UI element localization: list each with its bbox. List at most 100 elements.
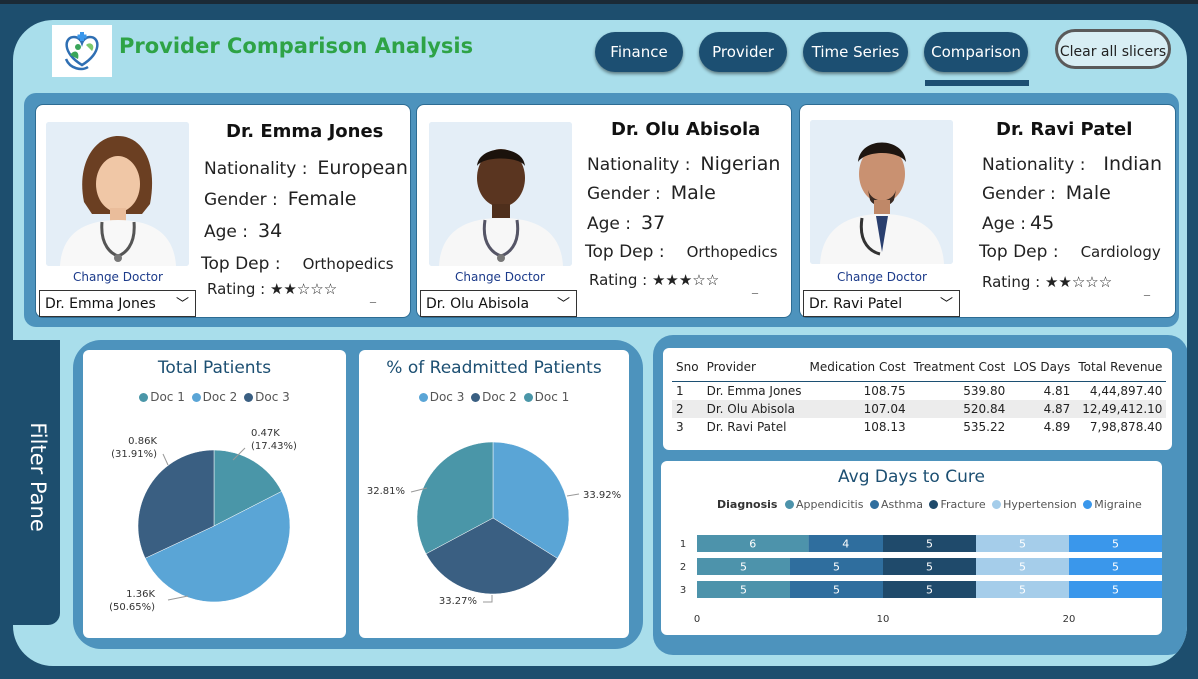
column-header[interactable]: LOS Days: [1009, 356, 1075, 382]
doctor-name: Dr. Ravi Patel: [996, 119, 1133, 140]
nav-comparison-button[interactable]: Comparison: [924, 32, 1028, 72]
app-title: Provider Comparison Analysis: [119, 34, 474, 58]
change-doctor-label: Change Doctor: [837, 270, 927, 284]
gender-value: Male: [670, 182, 716, 204]
y-tick-label: 1: [680, 539, 686, 550]
top-dep-row: Top Dep : Orthopedics: [585, 242, 778, 262]
cell-treatment-cost: 520.84: [909, 400, 1010, 418]
chevron-down-icon[interactable]: ﹀: [557, 291, 570, 318]
bar-value-label: 5: [1019, 584, 1026, 597]
data-label: 33.27%: [439, 596, 477, 607]
gender-label: Gender :: [204, 190, 278, 210]
rating-row: Rating : ★★☆☆☆: [207, 280, 337, 298]
readmitted-card: % of Readmitted Patients Doc 3 Doc 2 Doc…: [359, 350, 629, 638]
age-label: Age :: [982, 214, 1027, 234]
rating-stars: ★★☆☆☆: [1044, 273, 1113, 291]
table-row[interactable]: 1 Dr. Emma Jones 108.75 539.80 4.81 4,44…: [672, 382, 1166, 401]
age-row: Age : 34: [204, 220, 282, 242]
provider-table: Sno Provider Medication Cost Treatment C…: [672, 356, 1167, 436]
change-doctor-dropdown[interactable]: Dr. Ravi Patel ﹀: [803, 290, 960, 317]
gender-row: Gender : Female: [204, 188, 356, 210]
bar-value-label: 5: [1112, 561, 1119, 574]
age-value: 34: [258, 220, 283, 242]
data-label: 32.81%: [367, 486, 405, 497]
bar-value-label: 5: [740, 584, 747, 597]
gender-value: Female: [287, 188, 357, 210]
top-dep-label: Top Dep :: [585, 242, 665, 262]
doctor-name: Dr. Olu Abisola: [611, 119, 761, 140]
change-doctor-dropdown[interactable]: Dr. Olu Abisola ﹀: [420, 290, 577, 317]
column-header[interactable]: Total Revenue: [1074, 356, 1167, 382]
x-tick-label: 10: [877, 614, 890, 625]
rating-label: Rating :: [589, 271, 648, 289]
avg-days-bar-chart[interactable]: 1 6 4 5 5 52 5 5 5 5 53 5 5 5 5 50 10 20: [661, 461, 1162, 635]
cell-sno: 2: [672, 400, 703, 418]
y-tick-label: 2: [680, 562, 686, 573]
table-header-row: Sno Provider Medication Cost Treatment C…: [672, 356, 1167, 382]
column-header[interactable]: Sno: [672, 356, 703, 382]
data-label: (50.65%): [109, 602, 155, 613]
bar-value-label: 5: [1112, 538, 1119, 551]
dropdown-value: Dr. Emma Jones: [45, 296, 156, 312]
report-frame: Provider Comparison Analysis Finance Pro…: [13, 20, 1187, 666]
data-label: 0.86K: [128, 436, 157, 447]
data-label: 0.47K: [251, 428, 280, 439]
dropdown-value: Dr. Olu Abisola: [426, 296, 530, 312]
nav-time-series-button[interactable]: Time Series: [803, 32, 908, 72]
nationality-label: Nationality :: [587, 155, 691, 175]
rating-dash: _: [752, 280, 758, 294]
column-header[interactable]: Treatment Cost: [909, 356, 1010, 382]
gender-label: Gender :: [587, 184, 661, 204]
change-doctor-label: Change Doctor: [73, 270, 163, 284]
column-header[interactable]: Medication Cost: [805, 356, 910, 382]
gender-label: Gender :: [982, 184, 1056, 204]
bar-value-label: 5: [926, 538, 933, 551]
rating-label: Rating :: [207, 280, 266, 298]
rating-row: Rating : ★★☆☆☆: [982, 273, 1112, 291]
clear-all-slicers-button[interactable]: Clear all slicers: [1055, 29, 1171, 69]
window-top-strip: [0, 0, 1198, 4]
cell-los-days: 4.81: [1043, 384, 1071, 398]
rating-dash: _: [1144, 282, 1150, 296]
leader-line: [566, 493, 580, 497]
filter-pane-tab[interactable]: Filter Pane: [13, 340, 60, 625]
chevron-down-icon[interactable]: ﹀: [940, 291, 953, 318]
doctor-card-2: Dr. Olu Abisola Nationality : Nigerian Ge…: [416, 104, 792, 318]
readmitted-pie[interactable]: 33.92% 33.27% 32.81%: [359, 350, 629, 638]
bar-value-label: 5: [926, 584, 933, 597]
rating-stars: ★★☆☆☆: [269, 280, 338, 298]
top-dep-value: Cardiology: [1080, 243, 1161, 261]
bar-value-label: 5: [833, 584, 840, 597]
age-value: 45: [1030, 212, 1055, 234]
change-doctor-dropdown[interactable]: Dr. Emma Jones ﹀: [39, 290, 196, 317]
gender-row: Gender : Male: [587, 182, 716, 204]
nationality-row: Nationality : European: [204, 157, 408, 179]
bar-value-label: 5: [1019, 561, 1026, 574]
table-row[interactable]: 2 Dr. Olu Abisola 107.04 520.84 4.87 12,…: [672, 400, 1167, 418]
doctor-photo: [810, 120, 953, 264]
leader-line: [162, 453, 169, 466]
table-row[interactable]: 3 Dr. Ravi Patel 108.13 535.22 4.89 7,98…: [672, 418, 1166, 436]
filter-pane-label: Filter Pane: [26, 422, 50, 532]
top-dep-row: Top Dep : Cardiology: [979, 242, 1161, 262]
data-label: (31.91%): [111, 449, 157, 460]
total-patients-pie[interactable]: 0.47K (17.43%) 1.36K (50.65%) 0.86K (31.91%): [83, 350, 346, 638]
bar-value-label: 5: [926, 561, 933, 574]
cell-treatment-cost: 539.80: [963, 384, 1006, 398]
bar-value-label: 5: [1019, 538, 1026, 551]
chevron-down-icon[interactable]: ﹀: [176, 291, 189, 318]
cell-treatment-cost: 535.22: [963, 420, 1006, 434]
rating-row: Rating : ★★★☆☆: [589, 271, 719, 289]
data-label: (17.43%): [251, 441, 297, 452]
nav-provider-button[interactable]: Provider: [699, 32, 787, 72]
doctor-photo: [429, 122, 572, 266]
age-row: Age :45: [982, 212, 1054, 234]
nav-finance-button[interactable]: Finance: [595, 32, 683, 72]
change-doctor-label: Change Doctor: [455, 270, 545, 284]
bar-value-label: 5: [740, 561, 747, 574]
cell-provider: Dr. Emma Jones: [706, 384, 802, 398]
top-dep-row: Top Dep : Orthopedics: [201, 254, 394, 274]
column-header[interactable]: Provider: [702, 356, 806, 382]
cell-total-revenue: 4,44,897.40: [1089, 384, 1163, 398]
top-dep-label: Top Dep :: [201, 254, 281, 274]
